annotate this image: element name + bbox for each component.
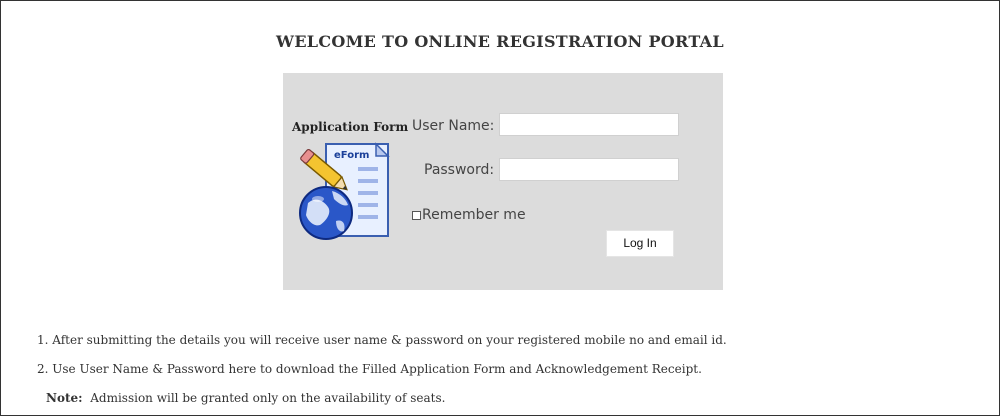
instruction-1: 1. After submitting the details you will… (37, 333, 727, 347)
password-input[interactable] (499, 158, 679, 181)
note-line: Note: Admission will be granted only on … (46, 391, 445, 405)
note-text: Admission will be granted only on the av… (90, 391, 446, 405)
note-label: Note: (46, 391, 83, 405)
eform-icon: eForm (299, 142, 390, 240)
instruction-2: 2. Use User Name & Password here to down… (37, 362, 702, 376)
username-label: User Name: (412, 118, 495, 134)
username-input[interactable] (499, 113, 679, 136)
eform-text: eForm (334, 150, 369, 161)
login-button[interactable]: Log In (606, 230, 674, 257)
page-title: WELCOME TO ONLINE REGISTRATION PORTAL (276, 32, 724, 51)
application-form-label: Application Form (292, 120, 409, 134)
remember-checkbox[interactable] (412, 210, 421, 220)
remember-label: Remember me (422, 207, 526, 223)
password-label: Password: (424, 162, 495, 178)
login-panel: Application Form eForm User Name: Passwo… (283, 73, 723, 290)
remember-me[interactable]: Remember me (412, 207, 526, 223)
